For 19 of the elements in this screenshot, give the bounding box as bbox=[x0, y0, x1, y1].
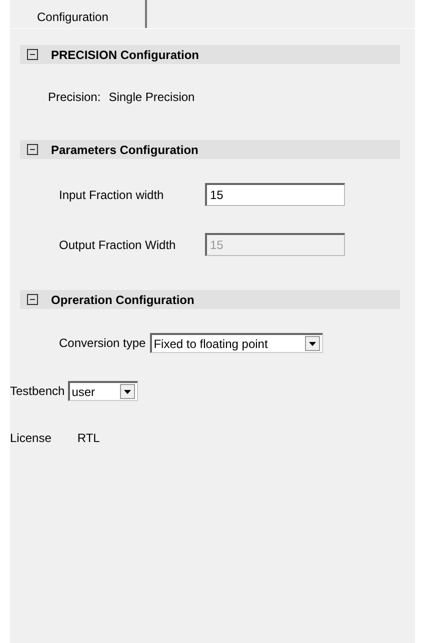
caret-icon[interactable] bbox=[120, 384, 135, 399]
field-label: Input Fraction width bbox=[59, 188, 165, 202]
field-value: Single Precision bbox=[108, 90, 195, 104]
caret-icon[interactable] bbox=[304, 336, 320, 351]
dropdown[interactable]: Fixed to floating point bbox=[150, 333, 323, 353]
field-label: Precision: bbox=[48, 90, 101, 104]
section-header[interactable]: Parameters Configuration bbox=[20, 140, 400, 159]
collapse-icon[interactable] bbox=[27, 49, 38, 60]
dropdown[interactable]: user bbox=[68, 381, 138, 401]
field-value: RTL bbox=[77, 431, 100, 445]
section-header[interactable]: PRECISION Configuration bbox=[20, 45, 400, 64]
collapse-icon[interactable] bbox=[27, 144, 38, 155]
section-header[interactable]: Opreration Configuration bbox=[20, 290, 400, 309]
collapse-icon[interactable] bbox=[27, 294, 38, 305]
field-label: License bbox=[10, 431, 52, 445]
field-label: Conversion type bbox=[59, 336, 146, 350]
field-label: Testbench bbox=[10, 384, 65, 398]
field-label: Output Fraction Width bbox=[59, 238, 177, 252]
input-field[interactable]: 15 bbox=[205, 183, 345, 206]
